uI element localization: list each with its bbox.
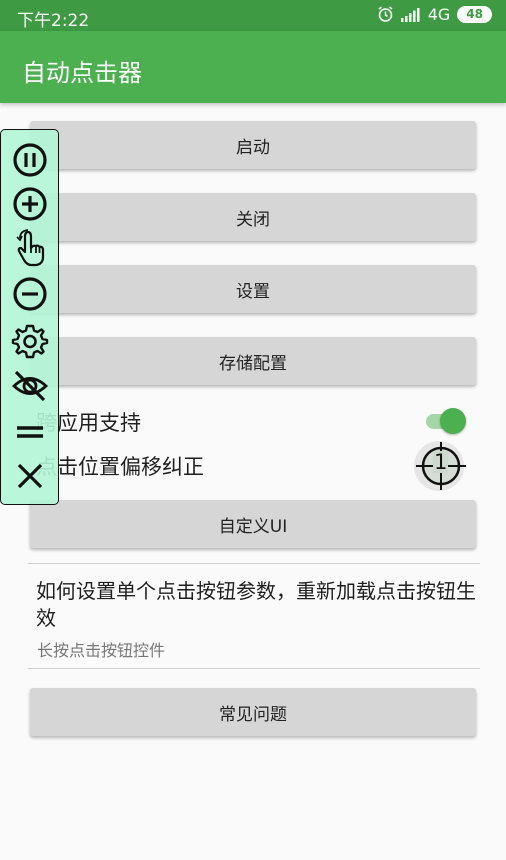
status-time: 下午2:22 (17, 11, 90, 31)
close-button[interactable]: 关闭 (30, 193, 476, 241)
gear-icon[interactable] (11, 322, 49, 360)
drag-handle-icon[interactable] (11, 413, 49, 451)
crosshair-number: 1 (433, 450, 449, 474)
add-icon[interactable] (11, 185, 49, 223)
remove-icon[interactable] (11, 275, 49, 313)
faq-button[interactable]: 常见问题 (30, 688, 476, 736)
app-title: 自动点击器 (22, 59, 142, 87)
offset-crosshair[interactable]: 1 (412, 440, 468, 496)
save-config-button[interactable]: 存储配置 (30, 337, 476, 385)
alarm-icon (378, 6, 393, 22)
tap-hand-icon[interactable] (11, 229, 49, 267)
help-subtitle: 长按点击按钮控件 (37, 641, 166, 660)
divider (28, 668, 480, 669)
settings-button[interactable]: 设置 (30, 265, 476, 313)
status-indicators: 4G 48 (377, 5, 492, 24)
network-type: 4G (427, 5, 451, 24)
custom-ui-button[interactable]: 自定义UI (30, 500, 476, 548)
offset-correction-label: 点击位置偏移纠正 (36, 455, 204, 479)
battery-icon: 48 (457, 6, 492, 23)
cross-app-support-switch[interactable] (424, 408, 466, 434)
start-button[interactable]: 启动 (30, 121, 476, 169)
help-title[interactable]: 如何设置单个点击按钮参数，重新加载点击按钮生效 (36, 578, 482, 632)
floating-toolbar (0, 129, 59, 505)
close-icon[interactable] (11, 457, 49, 495)
pause-icon[interactable] (11, 141, 49, 179)
divider (28, 563, 480, 564)
app-bar: 自动点击器 (0, 31, 506, 103)
signal-icon (400, 7, 420, 22)
hide-eye-icon[interactable] (11, 367, 49, 405)
switch-thumb (440, 408, 466, 434)
status-bar: 下午2:22 4G 48 (0, 0, 506, 31)
